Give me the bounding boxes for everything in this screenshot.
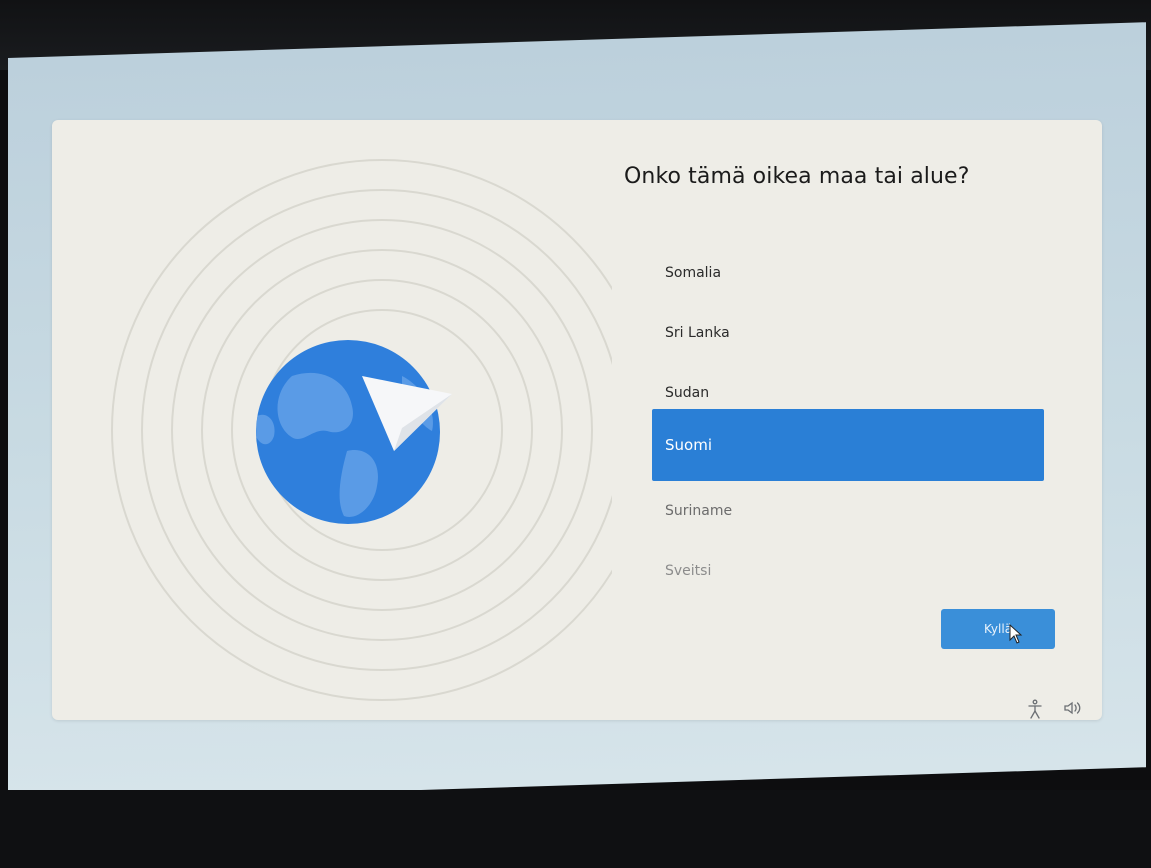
country-list[interactable]: Somalia Sri Lanka Sudan Suomi Suriname S…: [652, 244, 1044, 604]
volume-icon[interactable]: [1063, 700, 1083, 716]
country-item-sri-lanka[interactable]: Sri Lanka: [652, 304, 1044, 362]
country-item-somalia[interactable]: Somalia: [652, 244, 1044, 302]
country-item-suomi-selected[interactable]: Suomi: [652, 409, 1044, 481]
page-title: Onko tämä oikea maa tai alue?: [624, 164, 970, 189]
globe-icon: [256, 340, 452, 524]
accessibility-icon[interactable]: [1027, 699, 1043, 719]
yes-button[interactable]: Kyllä: [941, 609, 1055, 649]
country-item-suriname[interactable]: Suriname: [652, 482, 1044, 540]
mouse-cursor-icon: [1009, 624, 1023, 644]
country-item-sveitsi[interactable]: Sveitsi: [652, 542, 1044, 600]
monitor-bezel-bottom: [0, 790, 1151, 868]
